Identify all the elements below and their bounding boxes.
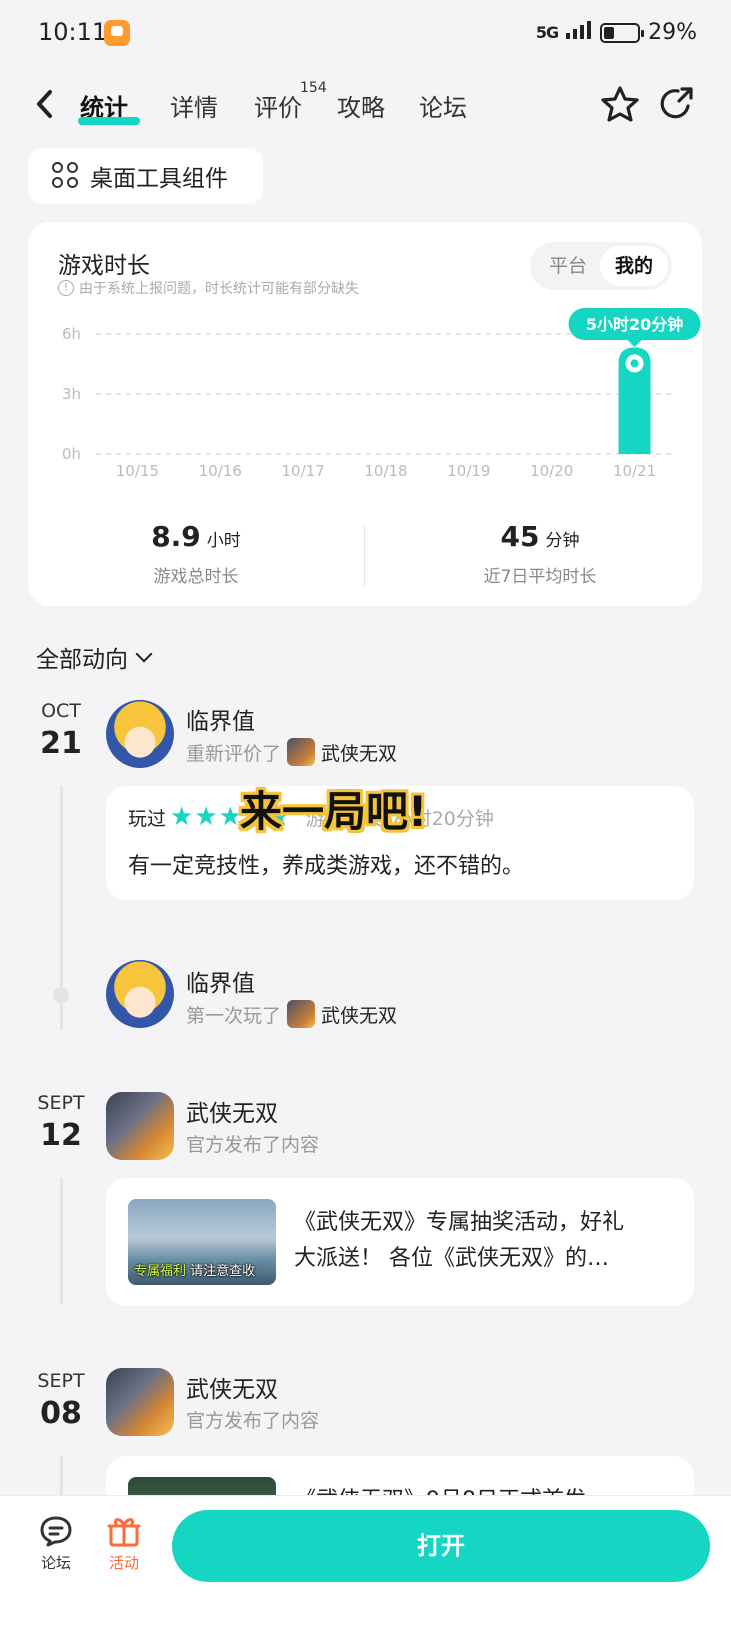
battery-icon <box>600 22 645 43</box>
play-time-chart: 0h 3h 6h 10/15 10/16 10/17 10/18 10/19 10/20 10/2… <box>62 308 701 480</box>
chart-x-tick-label: 10/15 <box>116 462 159 480</box>
back-icon[interactable] <box>34 88 64 122</box>
total-time-unit: 小时 <box>206 531 241 551</box>
chart-highlight-label: 5小时20分钟 <box>586 315 683 334</box>
forum-chat-icon <box>40 1516 72 1547</box>
feed-action-text: 重新评价了 <box>186 742 282 765</box>
chart-y-tick-label: 6h <box>62 325 81 343</box>
post-text-line1: 《武侠无双》专属抽奖活动，好礼 <box>294 1210 625 1235</box>
feed-action: 官方发布了内容 <box>186 1130 319 1157</box>
post-thumb-caption-a: 专属福利 <box>134 1264 187 1279</box>
chart-highlight-dot-inner <box>630 359 639 368</box>
date-month: OCT <box>41 700 81 722</box>
bottom-forum-label: 论坛 <box>40 1554 71 1572</box>
reviews-count-badge: 154 <box>300 80 327 96</box>
feed-action-text: 官方发布了内容 <box>186 1410 320 1432</box>
average-time-value: 45 分钟 <box>380 520 700 553</box>
feed-author-name[interactable]: 临界值 <box>186 702 255 736</box>
bottom-action-bar: 论坛 活动 打开 <box>0 1496 731 1626</box>
bottom-activity-button[interactable]: 活动 <box>94 1514 154 1573</box>
notification-app-icon <box>104 20 130 46</box>
share-icon[interactable] <box>658 84 698 124</box>
total-time-value: 8.9 小时 <box>36 520 356 553</box>
feed-game-name[interactable]: 武侠无双 <box>321 1001 397 1028</box>
chart-y-tick-label: 0h <box>62 445 81 463</box>
chart-x-tick-label: 10/18 <box>364 462 407 480</box>
status-time: 10:11 <box>38 18 108 46</box>
network-icon: 5G <box>535 23 559 42</box>
game-icon <box>287 1000 316 1028</box>
post-thumbnail-caption: 专属福利 请注意查收 <box>134 1260 255 1279</box>
feed-action: 重新评价了 武侠无双 <box>186 738 397 766</box>
play-time-card: 游戏时长 ! 由于系统上报问题，时长统计可能有部分缺失 平台 我的 0h 3h 6h… <box>28 222 702 606</box>
activity-filter-dropdown[interactable]: 全部动向 <box>36 640 153 674</box>
average-time-label: 近7日平均时长 <box>483 567 597 587</box>
total-time-label: 游戏总时长 <box>153 567 239 587</box>
favorite-star-icon[interactable] <box>600 84 640 124</box>
user-avatar[interactable] <box>106 960 174 1028</box>
tab-reviews[interactable]: 评价 <box>254 88 302 123</box>
feed-author-name[interactable]: 临界值 <box>186 964 255 998</box>
chart-y-tick-label: 3h <box>62 385 81 403</box>
post-thumb-caption-b: 请注意查收 <box>190 1264 256 1279</box>
feed-action-text: 第一次玩了 <box>186 1004 282 1027</box>
bottom-forum-button[interactable]: 论坛 <box>26 1514 86 1573</box>
promo-overlay-banner: 来一局吧! <box>240 787 428 836</box>
open-game-button[interactable]: 打开 <box>172 1510 710 1582</box>
post-card[interactable]: 专属福利 请注意查收 《武侠无双》专属抽奖活动，好礼 大派送！ 各位《武侠无双》… <box>106 1178 694 1306</box>
post-text-line2: 大派送！ 各位《武侠无双》的… <box>294 1246 609 1271</box>
game-avatar[interactable] <box>106 1092 174 1160</box>
stat-divider <box>364 526 365 586</box>
chart-highlight-pointer <box>627 340 642 347</box>
feed-game-name[interactable]: 武侠无双 <box>321 739 397 766</box>
chart-x-tick-label: 10/20 <box>530 462 573 480</box>
review-text: 有一定竞技性，养成类游戏，还不错的。 <box>128 854 525 879</box>
chart-x-tick-label: 10/17 <box>282 462 325 480</box>
tab-forum[interactable]: 论坛 <box>419 88 467 123</box>
tab-guides[interactable]: 攻略 <box>337 88 385 123</box>
chart-x-tick-label: 10/16 <box>199 462 242 480</box>
tab-details[interactable]: 详情 <box>170 88 218 123</box>
user-avatar[interactable] <box>106 700 174 768</box>
average-time-unit: 分钟 <box>545 531 580 551</box>
chevron-down-icon <box>135 645 153 663</box>
chart-x-tick-label: 10/21 <box>613 462 656 480</box>
widget-grid-icon <box>52 162 80 190</box>
desktop-widget-label: 桌面工具组件 <box>90 166 228 192</box>
feed-author-name[interactable]: 武侠无双 <box>186 1094 278 1128</box>
date-month: SEPT <box>37 1370 85 1392</box>
average-time-number: 45 <box>500 520 540 553</box>
gift-icon <box>107 1518 141 1547</box>
feed-author-name[interactable]: 武侠无双 <box>186 1370 278 1404</box>
date-month: SEPT <box>37 1092 85 1114</box>
feed-action: 官方发布了内容 <box>186 1406 319 1433</box>
total-time-number: 8.9 <box>151 520 201 553</box>
activity-filter-label: 全部动向 <box>36 647 128 673</box>
feed-action-text: 官方发布了内容 <box>186 1134 320 1156</box>
post-thumbnail: 专属福利 请注意查收 <box>128 1199 276 1285</box>
date-day: 21 <box>40 726 82 761</box>
chart-x-tick-label: 10/19 <box>447 462 490 480</box>
bottom-activity-label: 活动 <box>108 1554 139 1572</box>
date-day: 08 <box>40 1396 82 1431</box>
status-bar: 10:11 5G 29% <box>0 0 731 66</box>
tab-active-indicator <box>78 117 140 125</box>
desktop-widget-button[interactable]: 桌面工具组件 <box>28 148 263 204</box>
game-avatar[interactable] <box>106 1368 174 1436</box>
timeline-dot <box>53 987 69 1003</box>
battery-percent: 29% <box>648 20 697 45</box>
status-indicators: 5G 29% <box>536 20 697 45</box>
feed-action: 第一次玩了 武侠无双 <box>186 1000 397 1028</box>
timeline-line <box>60 1177 63 1305</box>
game-icon <box>287 738 316 766</box>
signal-icon <box>566 20 592 45</box>
review-played-prefix: 玩过 <box>128 807 167 830</box>
date-day: 12 <box>40 1118 82 1153</box>
